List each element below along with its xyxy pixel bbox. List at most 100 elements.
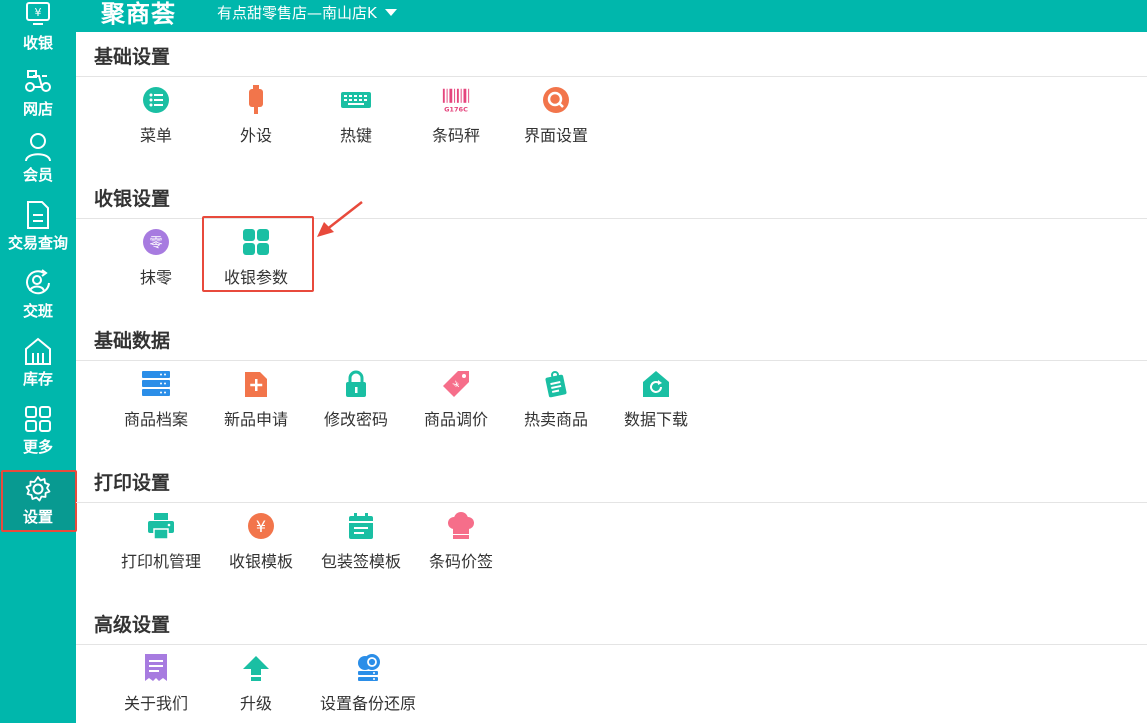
section-divider <box>76 218 1147 219</box>
four-squares-icon <box>241 227 271 257</box>
tile-label: 抹零 <box>139 268 172 287</box>
printer-icon <box>146 511 176 541</box>
tile-label: 热卖商品 <box>523 410 588 429</box>
tile-label: 界面设置 <box>523 126 588 145</box>
sidebar-item-label: 会员 <box>22 166 53 184</box>
tile-label: 修改密码 <box>323 410 388 429</box>
chevron-down-icon <box>384 9 397 16</box>
tile-label: 数据下载 <box>623 410 688 429</box>
tile-hotkeys[interactable]: 热键 <box>306 85 406 147</box>
svg-text:G176C: G176C <box>444 105 468 113</box>
barcode-scale-icon: G176C <box>441 85 471 115</box>
sidebar-item-label: 更多 <box>22 438 53 456</box>
tile-barcode-price-label[interactable]: 条码价签 <box>411 511 511 573</box>
sidebar-item-settings[interactable]: 设置 <box>0 472 76 530</box>
interface-search-icon <box>541 85 571 115</box>
lock-icon <box>341 369 371 399</box>
yen-coin-icon: ¥ <box>246 511 276 541</box>
tile-data-download[interactable]: 数据下载 <box>606 369 706 431</box>
store-selector[interactable]: 有点甜零售店—南山店K <box>217 2 397 23</box>
sidebar-item-more[interactable]: 更多 <box>0 404 76 470</box>
sidebar-item-label: 设置 <box>22 508 53 526</box>
section-divider <box>76 644 1147 645</box>
annotation-arrow-icon <box>317 201 363 237</box>
section-title-cashier-settings: 收银设置 <box>94 188 171 210</box>
tile-cashier-template[interactable]: ¥ 收银模板 <box>211 511 311 573</box>
shift-handover-icon <box>23 268 53 298</box>
section-title-advanced-settings: 高级设置 <box>94 614 171 636</box>
app-logo: 聚商荟 <box>101 0 176 28</box>
tile-label: 商品调价 <box>423 410 488 429</box>
tile-price-adjustment[interactable]: ¥ 商品调价 <box>406 369 506 431</box>
sidebar-item-shift[interactable]: 交班 <box>0 268 76 334</box>
tile-label: 条码秤 <box>431 126 480 145</box>
sidebar-item-label: 库存 <box>22 370 53 388</box>
tile-cashier-parameters[interactable]: 收银参数 <box>206 227 306 289</box>
store-name: 有点甜零售店—南山店K <box>217 4 377 22</box>
tile-label: 收银参数 <box>223 268 288 287</box>
document-icon <box>23 200 53 230</box>
tile-upgrade[interactable]: 升级 <box>206 653 306 715</box>
tile-label: 商品档案 <box>123 410 188 429</box>
grid-more-icon <box>23 404 53 434</box>
svg-text:¥: ¥ <box>35 6 42 19</box>
tile-label: 包装签模板 <box>320 552 401 571</box>
data-download-icon <box>641 369 671 399</box>
section-title-basic-settings: 基础设置 <box>94 46 171 68</box>
gear-icon <box>23 474 53 504</box>
sidebar: ¥ 收银 网店 会员 交易查询 交班 库存 更多 设置 <box>0 0 77 723</box>
tile-product-archive[interactable]: 商品档案 <box>106 369 206 431</box>
chef-hat-icon <box>446 511 476 541</box>
svg-text:零: 零 <box>149 236 162 251</box>
tile-change-password[interactable]: 修改密码 <box>306 369 406 431</box>
tile-peripherals[interactable]: 外设 <box>206 85 306 147</box>
section-title-print-settings: 打印设置 <box>94 472 171 494</box>
sidebar-item-label: 网店 <box>22 100 53 118</box>
tile-package-label-template[interactable]: 包装签模板 <box>311 511 411 573</box>
cash-register-icon: ¥ <box>23 0 53 30</box>
tile-label: 新品申请 <box>223 410 288 429</box>
tile-backup-restore[interactable]: 设置备份还原 <box>318 653 418 715</box>
sidebar-item-cashier[interactable]: ¥ 收银 <box>0 0 76 66</box>
tile-printer-management[interactable]: 打印机管理 <box>111 511 211 573</box>
member-user-icon <box>23 132 53 162</box>
sidebar-item-label: 交班 <box>22 302 53 320</box>
sidebar-item-member[interactable]: 会员 <box>0 132 76 198</box>
peripheral-device-icon <box>241 85 271 115</box>
keyboard-icon <box>341 85 371 115</box>
sidebar-item-label: 交易查询 <box>7 234 68 252</box>
about-receipt-icon <box>141 653 171 683</box>
tile-label: 外设 <box>239 126 272 145</box>
section-divider <box>76 76 1147 77</box>
section-title-basic-data: 基础数据 <box>94 330 171 352</box>
sidebar-item-online-store[interactable]: 网店 <box>0 66 76 132</box>
hot-goods-icon <box>541 369 571 399</box>
tile-about-us[interactable]: 关于我们 <box>106 653 206 715</box>
top-bar: 聚商荟 有点甜零售店—南山店K <box>76 0 1147 32</box>
sidebar-item-label: 收银 <box>22 34 53 52</box>
tile-new-product-request[interactable]: 新品申请 <box>206 369 306 431</box>
tile-label: 关于我们 <box>123 694 188 713</box>
tile-barcode-scale[interactable]: G176C 条码秤 <box>406 85 506 147</box>
tile-interface-settings[interactable]: 界面设置 <box>506 85 606 147</box>
sidebar-item-transactions[interactable]: 交易查询 <box>0 200 76 266</box>
menu-list-icon <box>141 85 171 115</box>
sidebar-item-inventory[interactable]: 库存 <box>0 336 76 402</box>
tile-label: 设置备份还原 <box>319 694 416 713</box>
svg-text:¥: ¥ <box>256 517 266 536</box>
tile-label: 收银模板 <box>228 552 293 571</box>
tile-label: 菜单 <box>139 126 172 145</box>
calendar-label-icon <box>346 511 376 541</box>
new-file-icon <box>241 369 271 399</box>
warehouse-icon <box>23 336 53 366</box>
round-off-icon: 零 <box>141 227 171 257</box>
server-archive-icon <box>141 369 171 399</box>
tile-label: 升级 <box>239 694 272 713</box>
tile-hot-goods[interactable]: 热卖商品 <box>506 369 606 431</box>
price-tag-icon: ¥ <box>441 369 471 399</box>
section-divider <box>76 360 1147 361</box>
tile-round-off[interactable]: 零 抹零 <box>106 227 206 289</box>
tile-menu[interactable]: 菜单 <box>106 85 206 147</box>
cloud-backup-icon <box>353 653 383 683</box>
tile-label: 热键 <box>339 126 372 145</box>
